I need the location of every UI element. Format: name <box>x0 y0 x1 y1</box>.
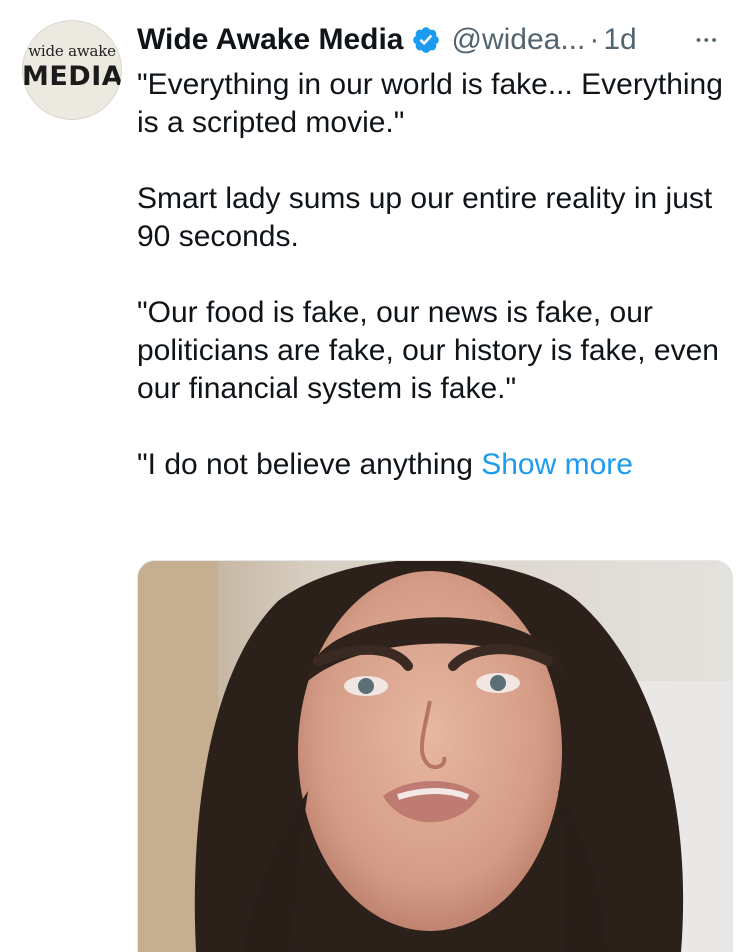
tweet-paragraph: "Everything in our world is fake... Ever… <box>137 68 723 139</box>
author-handle[interactable]: @widea... <box>451 23 585 57</box>
more-horizontal-icon <box>696 38 716 42</box>
tweet-header: Wide Awake Media @widea... · 1d <box>137 18 737 62</box>
header-separator: · <box>589 23 600 56</box>
show-more-link[interactable]: Show more <box>481 448 633 481</box>
author-name[interactable]: Wide Awake Media <box>137 23 403 57</box>
tweet-paragraph-truncated: "I do not believe anything <box>137 448 482 481</box>
video-frame-image <box>138 561 732 952</box>
tweet-paragraph: "Our food is fake, our news is fake, our… <box>137 296 719 405</box>
tweet-text: "Everything in our world is fake... Ever… <box>137 66 737 484</box>
tweet-video-thumbnail[interactable] <box>137 560 733 952</box>
tweet-paragraph-last: "I do not believe anything Show more <box>137 446 737 484</box>
more-options-button[interactable] <box>693 18 723 62</box>
avatar[interactable]: wide awake MEDIA <box>22 20 122 120</box>
avatar-logo-bottom: MEDIA <box>22 61 122 92</box>
tweet-card: wide awake MEDIA Wide Awake Media @widea… <box>0 0 750 952</box>
avatar-logo-top: wide awake <box>28 42 116 60</box>
verified-badge-icon <box>411 25 441 55</box>
tweet-timestamp[interactable]: 1d <box>603 23 636 57</box>
tweet-paragraph: Smart lady sums up our entire reality in… <box>137 182 713 253</box>
